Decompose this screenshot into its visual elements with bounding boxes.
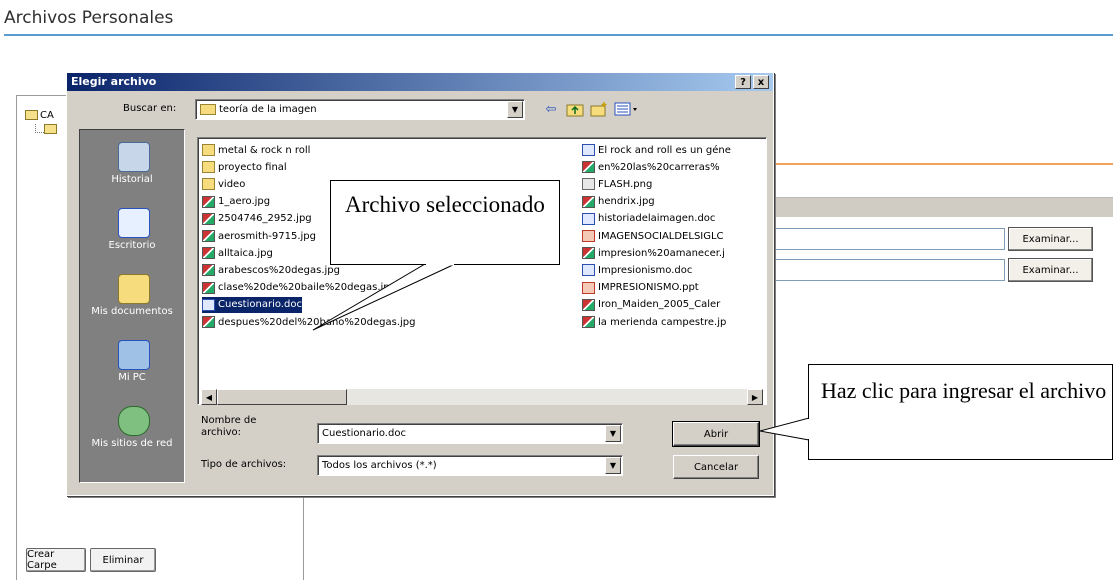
callout-joins <box>426 263 810 439</box>
